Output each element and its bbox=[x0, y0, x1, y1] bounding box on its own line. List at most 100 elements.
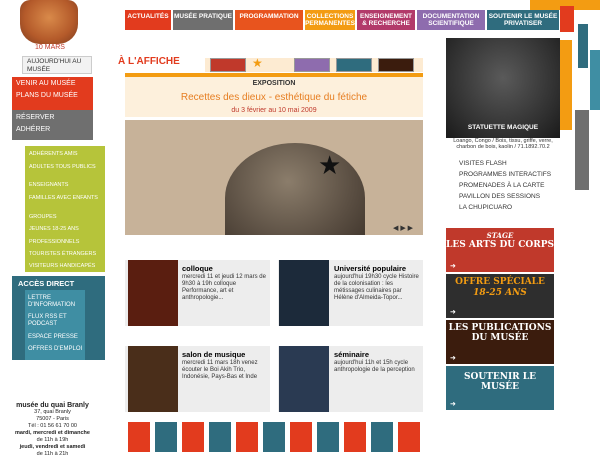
press-link[interactable]: ESPACE PRESSE bbox=[28, 334, 78, 341]
newsletter-link[interactable]: LETTRE D'INFORMATION bbox=[28, 295, 88, 309]
news-thumbnail[interactable] bbox=[279, 260, 329, 326]
promo-offre[interactable]: OFFRE SPÉCIALE 18-25 ANS ➜ bbox=[446, 274, 554, 318]
partner-logo[interactable] bbox=[209, 422, 231, 452]
audience-links-block: ADHÉRENTS AMIS ADULTES TOUS PUBLICS ENSE… bbox=[25, 146, 105, 272]
promo-line: STAGE bbox=[486, 231, 514, 240]
exposition-dates: du 3 février au 10 mai 2009 bbox=[231, 107, 317, 114]
arrow-icon: ➜ bbox=[450, 354, 456, 362]
audience-link[interactable]: ADULTES TOUS PUBLICS bbox=[29, 164, 99, 171]
nav-actualites[interactable]: ACTUALITÉS bbox=[125, 10, 171, 30]
decor-bar bbox=[575, 110, 589, 190]
nav-soutenir[interactable]: SOUTENIR LE MUSÉE PRIVATISER bbox=[487, 10, 559, 30]
news-text: mercredi 11 et jeudi 12 mars de 9h30 à 1… bbox=[182, 274, 266, 301]
visit-links-block: VENIR AU MUSÉE PLANS DU MUSÉE bbox=[12, 77, 93, 113]
audience-link[interactable]: FAMILLES AVEC ENFANTS bbox=[29, 195, 99, 202]
hours-line: jeudi, vendredi et samedi bbox=[19, 444, 86, 450]
affiche-thumb[interactable] bbox=[294, 58, 330, 72]
plans-link[interactable]: PLANS DU MUSÉE bbox=[16, 92, 78, 99]
decor-bar bbox=[578, 24, 588, 68]
news-text: aujourd'hui 19h30 cycle Histoire de la c… bbox=[334, 274, 419, 301]
today-at-museum-link[interactable]: AUJOURD'HUI AU MUSÉE bbox=[22, 56, 92, 74]
partner-logo[interactable] bbox=[182, 422, 204, 452]
address-city: 75007 - Paris bbox=[36, 416, 69, 422]
booking-links-block: RÉSERVER ADHÉRER bbox=[12, 110, 93, 140]
affiche-thumb[interactable] bbox=[210, 58, 246, 72]
partner-logo[interactable] bbox=[290, 422, 312, 452]
hours-line: de 11h à 21h bbox=[36, 451, 69, 457]
partner-logo[interactable] bbox=[317, 422, 339, 452]
news-text: aujourd'hui 11h et 15h cycle anthropolog… bbox=[334, 360, 415, 373]
star-icon: ★ bbox=[318, 150, 342, 180]
audience-link[interactable]: GROUPES bbox=[29, 214, 57, 221]
address-block: musée du quai Branly 37, quai Branly 750… bbox=[0, 402, 105, 458]
promo-stage[interactable]: STAGE LES ARTS DU CORPS ➜ bbox=[446, 228, 554, 272]
news-title[interactable]: salon de musique bbox=[182, 350, 245, 359]
date-label: 10 MARS bbox=[35, 44, 65, 51]
hours-line: mardi, mercredi et dimanche bbox=[15, 430, 90, 436]
address-tel: Tél : 01 56 61 70 00 bbox=[28, 423, 77, 429]
statuette-image[interactable] bbox=[446, 38, 560, 138]
venir-link[interactable]: VENIR AU MUSÉE bbox=[16, 80, 76, 87]
news-title[interactable]: séminaire bbox=[334, 350, 369, 359]
promo-line: LES ARTS DU CORPS bbox=[446, 240, 554, 250]
museum-logo[interactable] bbox=[20, 0, 78, 44]
affiche-thumb[interactable] bbox=[336, 58, 372, 72]
affiche-title: À L'AFFICHE bbox=[118, 56, 180, 67]
audience-link[interactable]: VISITEURS HANDICAPÉS bbox=[29, 263, 95, 270]
museum-name: musée du quai Branly bbox=[16, 402, 89, 409]
partner-logo[interactable] bbox=[236, 422, 258, 452]
affiche-thumb[interactable] bbox=[378, 58, 414, 72]
news-title[interactable]: Université populaire bbox=[334, 264, 406, 273]
news-thumbnail[interactable] bbox=[128, 260, 178, 326]
star-icon[interactable]: ★ bbox=[252, 56, 263, 70]
partner-logo[interactable] bbox=[155, 422, 177, 452]
promo-line: LES PUBLICATIONS bbox=[448, 323, 552, 333]
visites-flash-link[interactable]: VISITES FLASH bbox=[459, 160, 507, 167]
audience-link[interactable]: JEUNES 18-25 ANS bbox=[29, 226, 79, 233]
arrow-icon: ➜ bbox=[450, 262, 456, 270]
news-thumbnail[interactable] bbox=[279, 346, 329, 412]
audience-link[interactable]: PROFESSIONNELS bbox=[29, 239, 79, 246]
pavillon-link[interactable]: PAVILLON DES SESSIONS bbox=[459, 193, 540, 200]
news-thumbnail[interactable] bbox=[128, 346, 178, 412]
exposition-title[interactable]: Recettes des dieux - esthétique du fétic… bbox=[125, 92, 423, 103]
nav-musee-pratique[interactable]: MUSÉE PRATIQUE bbox=[173, 10, 233, 30]
news-text: mercredi 11 mars 18h venez écouter le Bo… bbox=[182, 360, 258, 380]
slideshow-arrows[interactable]: ◀ ▶ ▶ bbox=[393, 224, 413, 232]
audience-link[interactable]: ENSEIGNANTS bbox=[29, 182, 68, 189]
adherer-link[interactable]: ADHÉRER bbox=[16, 126, 50, 133]
arrow-icon: ➜ bbox=[450, 400, 456, 408]
partner-logo[interactable] bbox=[128, 422, 150, 452]
partner-logo[interactable] bbox=[263, 422, 285, 452]
programmes-link[interactable]: PROGRAMMES INTERACTIFS bbox=[459, 171, 551, 178]
promo-soutenir[interactable]: SOUTENIR LE MUSÉE ➜ bbox=[446, 366, 554, 410]
nav-programmation[interactable]: PROGRAMMATION bbox=[235, 10, 303, 30]
reserver-link[interactable]: RÉSERVER bbox=[16, 114, 54, 121]
promo-line: SOUTENIR LE MUSÉE bbox=[464, 372, 536, 392]
partner-logo[interactable] bbox=[371, 422, 393, 452]
decor-bar bbox=[560, 6, 574, 32]
nav-documentation[interactable]: DOCUMENTATION SCIENTIFIQUE bbox=[417, 10, 485, 30]
promo-line: OFFRE SPÉCIALE bbox=[455, 277, 545, 287]
statuette-caption: Loango, Congo / Bois, tissu, griffe, ver… bbox=[446, 138, 560, 158]
rss-link[interactable]: FLUX RSS ET PODCAST bbox=[28, 314, 88, 328]
hours-line: de 11h à 19h bbox=[36, 437, 69, 443]
nav-enseignement[interactable]: ENSEIGNEMENT & RECHERCHE bbox=[357, 10, 415, 30]
partner-logo[interactable] bbox=[398, 422, 420, 452]
promo-publications[interactable]: LES PUBLICATIONS DU MUSÉE ➜ bbox=[446, 320, 554, 364]
address-street: 37, quai Branly bbox=[34, 409, 71, 415]
jobs-link[interactable]: OFFRES D'EMPLOI bbox=[28, 346, 82, 353]
statuette-title: STATUETTE MAGIQUE bbox=[467, 124, 539, 131]
news-title[interactable]: colloque bbox=[182, 264, 213, 273]
partner-logo[interactable] bbox=[344, 422, 366, 452]
chupicuaro-link[interactable]: LA CHUPICUARO bbox=[459, 204, 512, 211]
decor-bar bbox=[560, 40, 572, 130]
audience-link[interactable]: TOURISTES ÉTRANGERS bbox=[29, 251, 96, 258]
promo-line: DU MUSÉE bbox=[471, 333, 529, 343]
audience-link[interactable]: ADHÉRENTS AMIS bbox=[29, 151, 78, 158]
promo-line: 18-25 ANS bbox=[473, 288, 527, 298]
promenades-link[interactable]: PROMENADES À LA CARTE bbox=[459, 182, 545, 189]
image-mask bbox=[125, 235, 423, 255]
decor-bar bbox=[590, 50, 600, 110]
nav-collections[interactable]: COLLECTIONS PERMANENTES bbox=[305, 10, 355, 30]
